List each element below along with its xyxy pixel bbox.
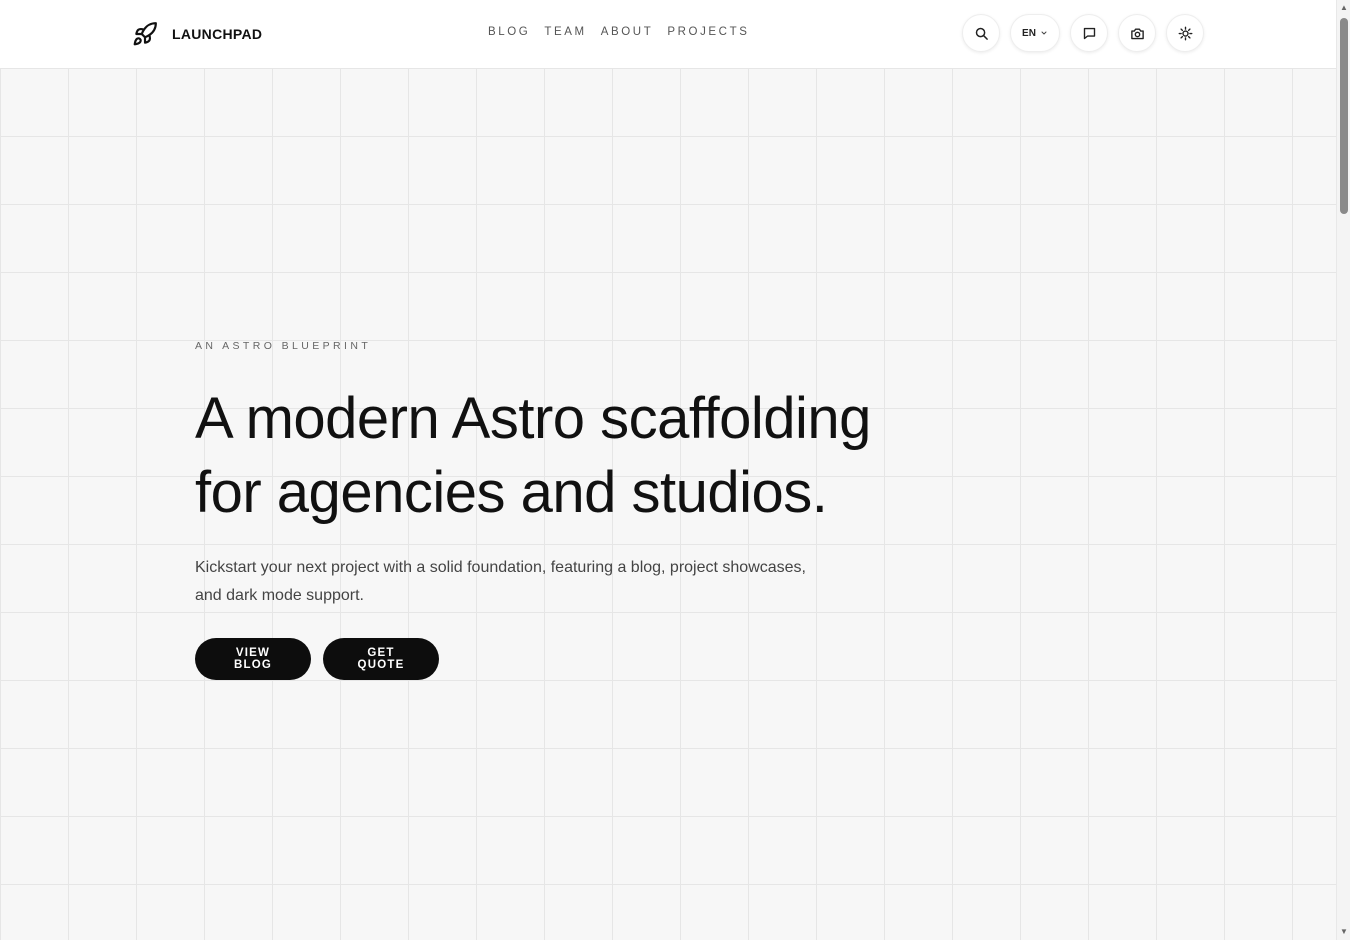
hero-title-line-2: for agencies and studios. xyxy=(195,460,828,525)
header-actions: EN xyxy=(962,14,1204,52)
nav-link-blog[interactable]: BLOG xyxy=(488,26,530,38)
hero-title-line-1: A modern Astro scaffolding xyxy=(195,386,871,451)
chevron-down-icon xyxy=(1040,29,1048,37)
rocket-icon xyxy=(130,19,160,49)
sun-icon xyxy=(1178,26,1193,41)
main-nav: BLOG TEAM ABOUT PROJECTS xyxy=(488,26,750,38)
scroll-up-arrow-icon[interactable]: ▲ xyxy=(1340,4,1348,12)
camera-icon xyxy=(1130,26,1145,41)
chat-icon xyxy=(1082,26,1097,41)
hero-eyebrow: AN ASTRO BLUEPRINT xyxy=(195,340,372,352)
search-icon xyxy=(974,26,989,41)
scroll-down-arrow-icon[interactable]: ▼ xyxy=(1340,928,1348,936)
view-blog-button[interactable]: VIEW BLOG xyxy=(195,638,311,680)
nav-link-projects[interactable]: PROJECTS xyxy=(667,26,749,38)
get-quote-button[interactable]: GET QUOTE xyxy=(323,638,439,680)
language-select[interactable]: EN xyxy=(1010,14,1060,52)
hero-title: A modern Astro scaffolding for agencies … xyxy=(195,382,955,530)
chat-button[interactable] xyxy=(1070,14,1108,52)
nav-link-team[interactable]: TEAM xyxy=(544,26,586,38)
cta-row: VIEW BLOG GET QUOTE xyxy=(195,638,955,680)
nav-link-about[interactable]: ABOUT xyxy=(601,26,654,38)
brand-name: LAUNCHPAD xyxy=(172,26,263,42)
brand-logo-link[interactable]: LAUNCHPAD xyxy=(130,18,262,50)
scrollbar-thumb[interactable] xyxy=(1340,18,1348,214)
site-header: LAUNCHPAD BLOG TEAM ABOUT PROJECTS EN xyxy=(0,0,1336,68)
hero-description: Kickstart your next project with a solid… xyxy=(195,559,806,604)
search-button[interactable] xyxy=(962,14,1000,52)
hero-section: AN ASTRO BLUEPRINT A modern Astro scaffo… xyxy=(195,340,955,680)
theme-toggle-button[interactable] xyxy=(1166,14,1204,52)
vertical-scrollbar[interactable]: ▲ ▼ xyxy=(1336,0,1350,940)
language-value: EN xyxy=(1022,27,1036,39)
camera-button[interactable] xyxy=(1118,14,1156,52)
